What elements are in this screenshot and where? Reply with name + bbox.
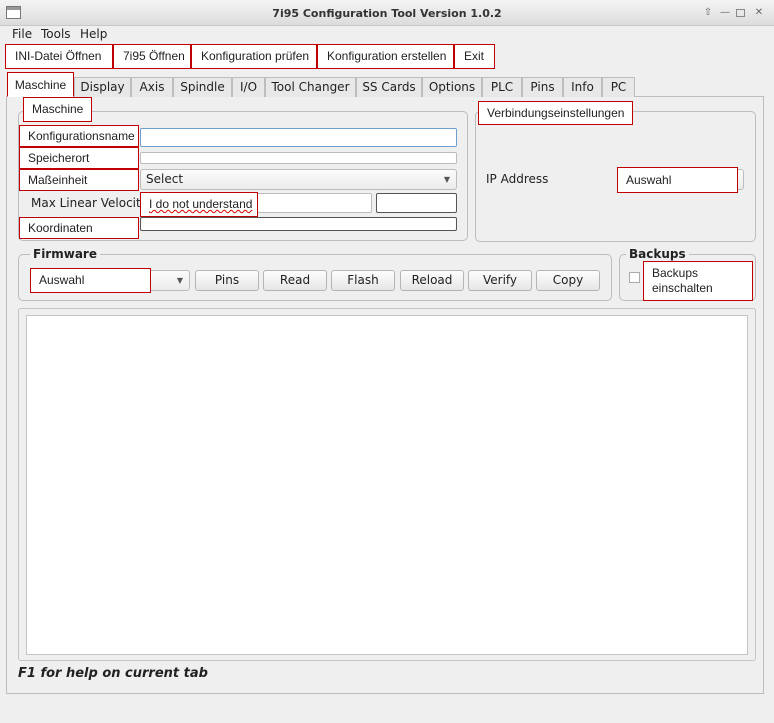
coordinates-label: Koordinaten: [19, 217, 139, 239]
app-icon: [6, 6, 21, 19]
annotation-note-text: I do not understand: [149, 197, 253, 211]
maximize-icon[interactable]: [736, 9, 745, 17]
connection-group-title: Verbindungseinstellungen: [478, 101, 633, 125]
backups-enable-label: Backups einschalten: [643, 261, 753, 301]
tab-pins[interactable]: Pins: [522, 77, 563, 97]
tab-maschine[interactable]: Maschine: [7, 72, 74, 97]
chevron-down-icon: ▼: [176, 276, 183, 285]
backups-checkbox[interactable]: [629, 272, 640, 283]
firmware-select-value[interactable]: Auswahl: [30, 268, 151, 293]
units-label: Maßeinheit: [19, 169, 139, 191]
tab-ss-cards[interactable]: SS Cards: [356, 77, 422, 97]
flash-button[interactable]: Flash: [331, 270, 395, 291]
build-config-button[interactable]: Konfiguration erstellen: [317, 44, 454, 69]
check-config-button[interactable]: Konfiguration prüfen: [191, 44, 317, 69]
chevron-down-icon: ▼: [443, 175, 450, 184]
backups-group-title: Backups: [626, 247, 689, 261]
read-button[interactable]: Read: [263, 270, 327, 291]
menu-tools[interactable]: Tools: [41, 27, 71, 41]
copy-button[interactable]: Copy: [536, 270, 600, 291]
max-linear-velocity-units[interactable]: [376, 193, 457, 213]
tab-info[interactable]: Info: [563, 77, 602, 97]
tab-plc[interactable]: PLC: [482, 77, 522, 97]
max-linear-velocity-label: Max Linear Velocity: [31, 196, 148, 210]
firmware-group-title: Firmware: [30, 247, 100, 261]
location-label: Speicherort: [19, 147, 139, 169]
tab-io[interactable]: I/O: [232, 77, 265, 97]
tab-tool-changer[interactable]: Tool Changer: [265, 77, 356, 97]
tab-axis[interactable]: Axis: [131, 77, 173, 97]
exit-button[interactable]: Exit: [454, 44, 495, 69]
pins-button[interactable]: Pins: [195, 270, 259, 291]
open-ini-button[interactable]: INI-Datei Öffnen: [5, 44, 113, 69]
units-select-value: Select: [146, 172, 184, 186]
open-7i95-button[interactable]: 7i95 Öffnen: [113, 44, 191, 69]
shade-icon[interactable]: ⇧: [702, 7, 714, 19]
coordinates-input[interactable]: [140, 217, 457, 231]
tab-pc[interactable]: PC: [602, 77, 635, 97]
tab-display[interactable]: Display: [74, 77, 131, 97]
menu-file[interactable]: File: [12, 27, 32, 41]
annotation-note: I do not understand: [140, 192, 258, 217]
units-select[interactable]: Select ▼: [140, 169, 457, 190]
ip-address-label: IP Address: [486, 172, 549, 186]
menu-help[interactable]: Help: [80, 27, 107, 41]
window-title: 7i95 Configuration Tool Version 1.0.2: [272, 7, 502, 20]
minimize-icon[interactable]: —: [719, 7, 731, 19]
location-field[interactable]: [140, 152, 457, 164]
help-hint: F1 for help on current tab: [18, 666, 208, 681]
verify-button[interactable]: Verify: [468, 270, 532, 291]
reload-button[interactable]: Reload: [400, 270, 464, 291]
config-name-label: Konfigurationsname: [19, 125, 139, 147]
ip-address-value[interactable]: Auswahl: [617, 167, 738, 193]
tab-spindle[interactable]: Spindle: [173, 77, 232, 97]
machine-group-title: Maschine: [23, 97, 92, 122]
config-name-input[interactable]: [140, 128, 457, 147]
tab-options[interactable]: Options: [422, 77, 482, 97]
output-text-area[interactable]: [26, 315, 748, 655]
close-icon[interactable]: ✕: [753, 7, 765, 19]
title-bar: 7i95 Configuration Tool Version 1.0.2: [0, 0, 774, 26]
